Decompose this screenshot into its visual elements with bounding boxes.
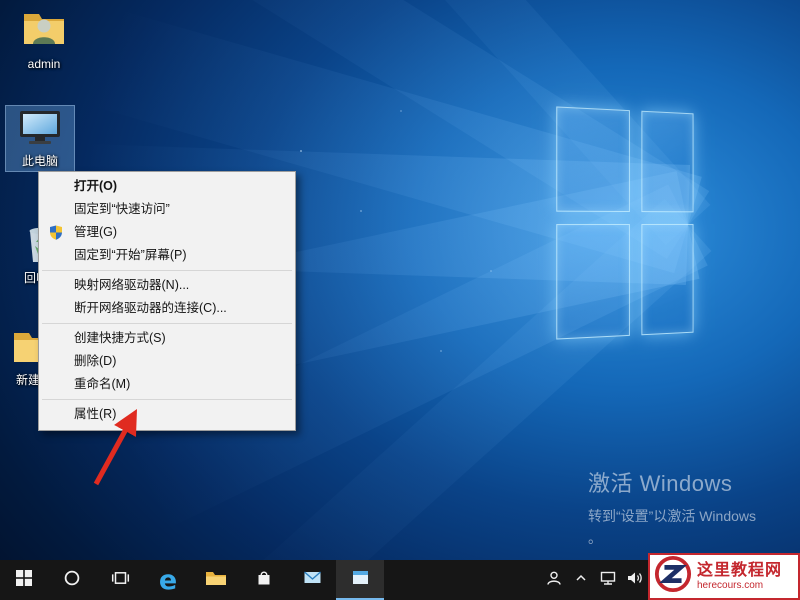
window-pane [556,224,630,340]
menu-item-label: 固定到“开始”屏幕(P) [74,248,187,262]
cortana-search-button[interactable] [48,560,96,600]
icon-label: 此电脑 [22,155,58,168]
network-button[interactable] [594,560,621,600]
menu-item-rename[interactable]: 重命名(M) [39,373,295,396]
menu-item-disconnect-network-drive[interactable]: 断开网络驱动器的连接(C)... [39,297,295,320]
site-logo-icon [654,555,692,598]
file-explorer-icon [205,569,227,592]
menu-item-label: 重命名(M) [74,377,130,391]
volume-button[interactable] [621,560,648,600]
menu-item-delete[interactable]: 删除(D) [39,350,295,373]
site-domain: herecours.com [697,580,782,592]
store-button[interactable] [240,560,288,600]
user-folder-icon [21,8,67,55]
mail-button[interactable] [288,560,336,600]
search-icon [63,569,81,592]
computer-icon [18,110,62,152]
menu-separator [42,323,292,324]
people-icon [545,570,563,591]
chevron-up-icon [574,571,588,589]
menu-item-label: 管理(G) [74,225,117,239]
menu-item-label: 属性(R) [74,407,116,421]
store-bag-icon [255,569,273,591]
system-tray [540,560,648,600]
windows-logo-icon [16,570,32,591]
menu-item-label: 打开(O) [74,179,117,193]
windows-logo-window [556,106,693,339]
start-button[interactable] [0,560,48,600]
speaker-icon [626,570,644,591]
window-pane [642,111,694,212]
desktop-icon-this-pc[interactable]: 此电脑 [6,106,74,171]
site-title: 这里教程网 [697,562,782,580]
menu-item-label: 固定到“快速访问” [74,202,170,216]
desktop-icon-admin[interactable]: admin [10,8,78,71]
watermark-period: 。 [588,528,756,548]
edge-icon: e [159,567,177,594]
window-pane [642,224,694,336]
menu-separator [42,399,292,400]
dust-particles [300,150,302,152]
menu-item-pin-to-start[interactable]: 固定到“开始”屏幕(P) [39,244,295,267]
file-explorer-button[interactable] [192,560,240,600]
window-pane [556,106,630,211]
menu-item-label: 创建快捷方式(S) [74,331,166,345]
menu-item-label: 映射网络驱动器(N)... [74,278,189,292]
task-view-button[interactable] [96,560,144,600]
watermark-subtitle: 转到“设置”以激活 Windows [588,506,756,526]
activate-windows-watermark: 激活 Windows 转到“设置”以激活 Windows 。 [588,466,756,548]
task-view-icon [111,570,130,591]
people-button[interactable] [540,560,567,600]
menu-item-open[interactable]: 打开(O) [39,175,295,198]
menu-item-properties[interactable]: 属性(R) [39,403,295,426]
menu-item-map-network-drive[interactable]: 映射网络驱动器(N)... [39,274,295,297]
show-hidden-icons-button[interactable] [567,560,594,600]
menu-item-pin-quick-access[interactable]: 固定到“快速访问” [39,198,295,221]
site-watermark-badge: 这里教程网 herecours.com [648,553,800,600]
edge-browser-button[interactable]: e [144,560,192,600]
mail-envelope-icon [303,570,322,590]
active-app-button[interactable] [336,560,384,600]
icon-label: admin [28,58,61,71]
menu-item-manage[interactable]: 管理(G) [39,221,295,244]
network-icon [599,570,617,591]
context-menu: 打开(O) 固定到“快速访问” 管理(G) 固定到“开始”屏幕(P) 映射网络驱… [38,171,296,431]
menu-item-label: 断开网络驱动器的连接(C)... [74,301,227,315]
active-app-window-icon [352,570,369,590]
watermark-title: 激活 Windows [588,466,756,498]
menu-separator [42,270,292,271]
menu-item-create-shortcut[interactable]: 创建快捷方式(S) [39,327,295,350]
menu-item-label: 删除(D) [74,354,116,368]
